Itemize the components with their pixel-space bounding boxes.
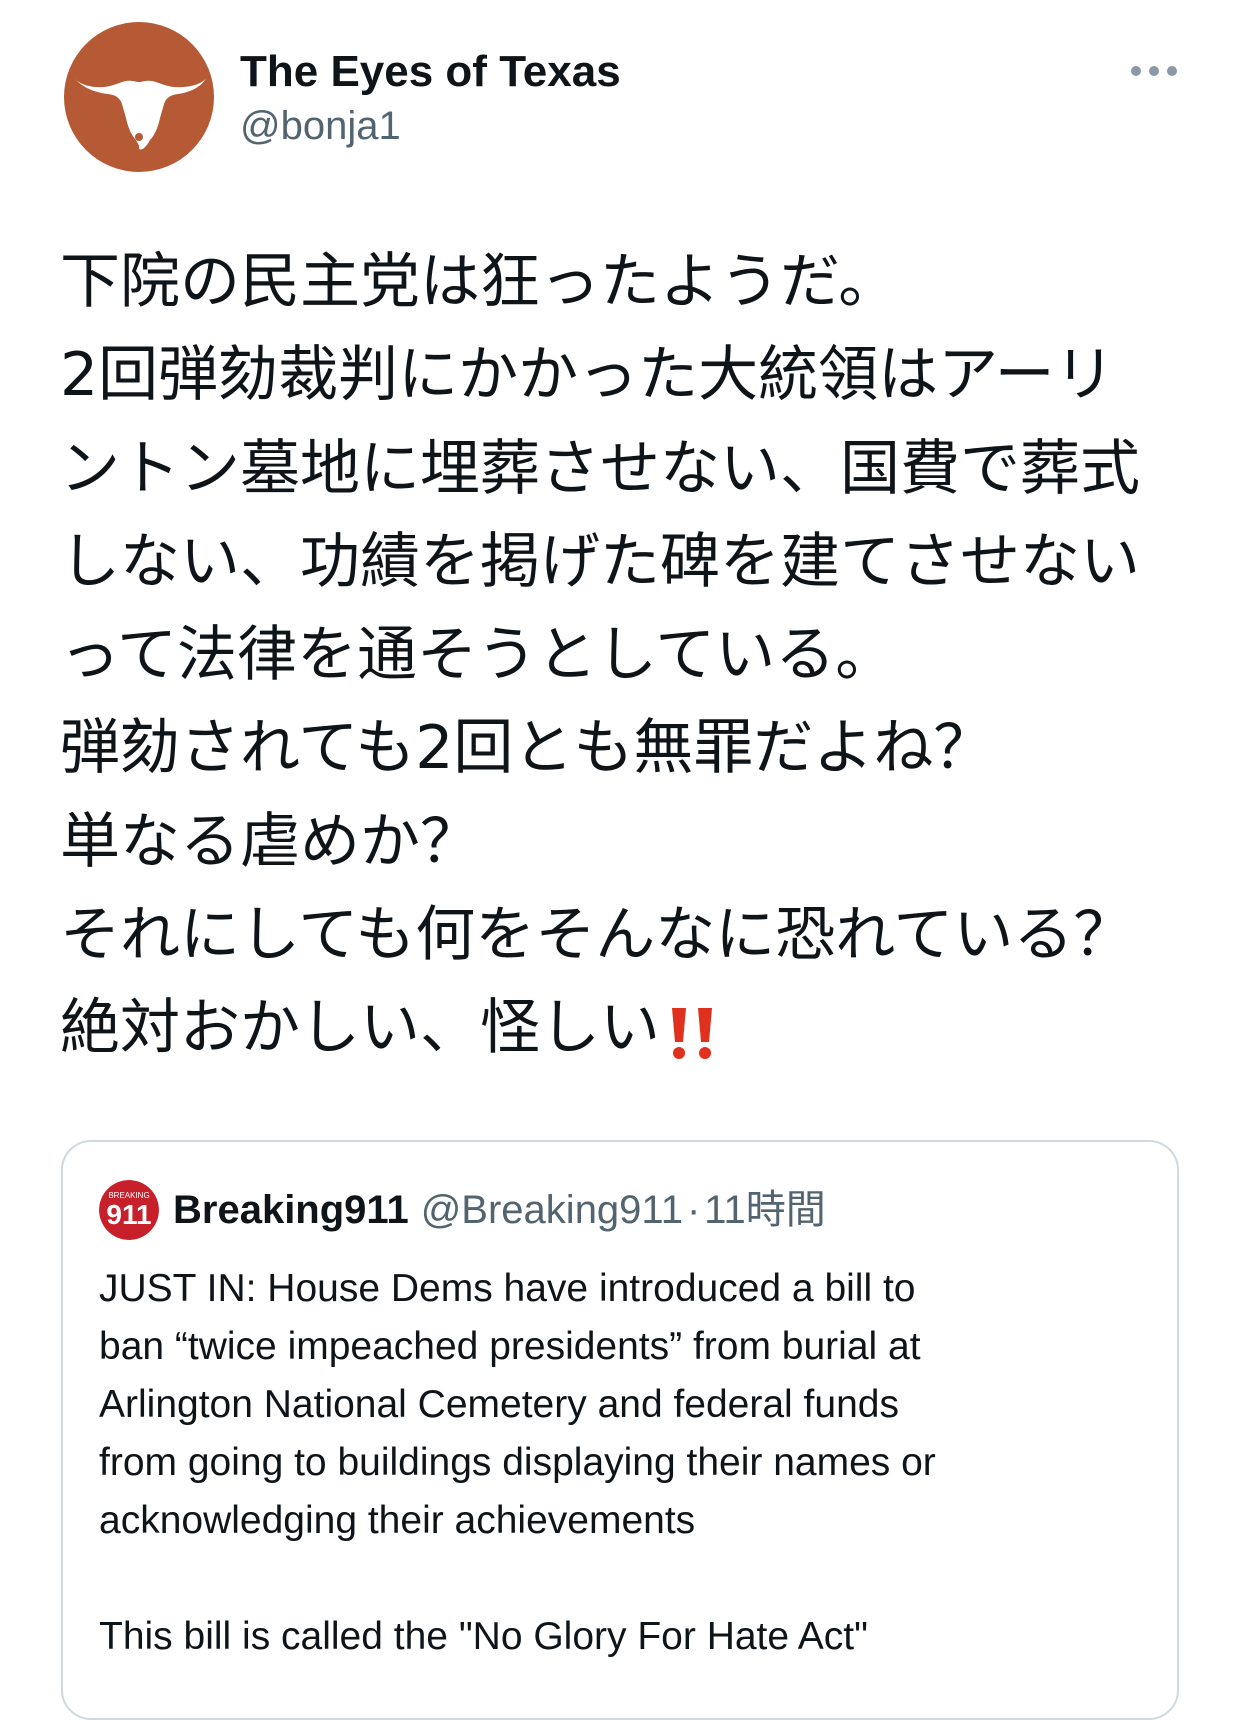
tweet-line: って法律を通そうとしている。 <box>60 620 896 691</box>
quoted-line: Arlington National Cemetery and federal … <box>99 1383 899 1426</box>
tweet-text: 下院の民主党は狂ったようだ。 2回弾劾裁判にかかった大統領はアーリ ントン墓地に… <box>60 236 1200 1076</box>
quoted-author-name[interactable]: Breaking911 <box>173 1188 409 1232</box>
quoted-tweet-card[interactable]: BREAKING 911 Breaking911 @Breaking911 · 11時… <box>61 1140 1179 1720</box>
tweet-line: 弾劾されても2回とも無罪だよね？ <box>60 713 994 784</box>
tweet-line: 下院の民主党は狂ったようだ。 <box>60 247 899 317</box>
quoted-author-handle[interactable]: @Breaking911 <box>421 1188 683 1232</box>
tweet-line-last: 絶対おかしい、怪しい <box>60 982 1200 1075</box>
longhorn-logo-icon <box>64 22 214 172</box>
tweet-line: 単なる虐めか？ <box>60 806 480 877</box>
tweet-line-text: 絶対おかしい、怪しい <box>60 993 660 1064</box>
tweet-line: 2回弾劾裁判にかかった大統領はアーリ <box>60 340 1115 411</box>
author-handle[interactable]: @bonja1 <box>240 100 401 152</box>
quoted-line: ban “twice impeached presidents” from bu… <box>99 1325 921 1368</box>
quoted-author-avatar[interactable]: BREAKING 911 <box>99 1180 159 1240</box>
more-dots-icon[interactable] <box>1126 56 1182 86</box>
quoted-tweet-header: Breaking911 @Breaking911 · 11時間 <box>173 1182 826 1238</box>
logo-big-text: 911 <box>106 1199 151 1230</box>
author-name[interactable]: The Eyes of Texas <box>240 44 621 100</box>
quoted-line: JUST IN: House Dems have introduced a bi… <box>99 1267 916 1310</box>
author-avatar[interactable] <box>64 22 214 172</box>
quoted-tweet-text: JUST IN: House Dems have introduced a bi… <box>99 1260 1159 1666</box>
double-exclamation-icon <box>666 1002 722 1062</box>
quoted-footer-line: This bill is called the "No Glory For Ha… <box>99 1615 868 1658</box>
tweet-line: しない、功績を掲げた碑を建てさせない <box>60 526 1140 597</box>
tweet-line: それにしても何をそんなに恐れている？ <box>60 900 1134 971</box>
breaking911-logo-icon: BREAKING 911 <box>99 1180 159 1240</box>
tweet-line: ントン墓地に埋葬させない、国費で葬式 <box>60 433 1140 504</box>
quoted-timestamp[interactable]: 11時間 <box>704 1188 826 1232</box>
quoted-line: from going to buildings displaying their… <box>99 1441 936 1484</box>
quoted-line: acknowledging their achievements <box>99 1499 696 1542</box>
separator-dot: · <box>686 1188 701 1232</box>
